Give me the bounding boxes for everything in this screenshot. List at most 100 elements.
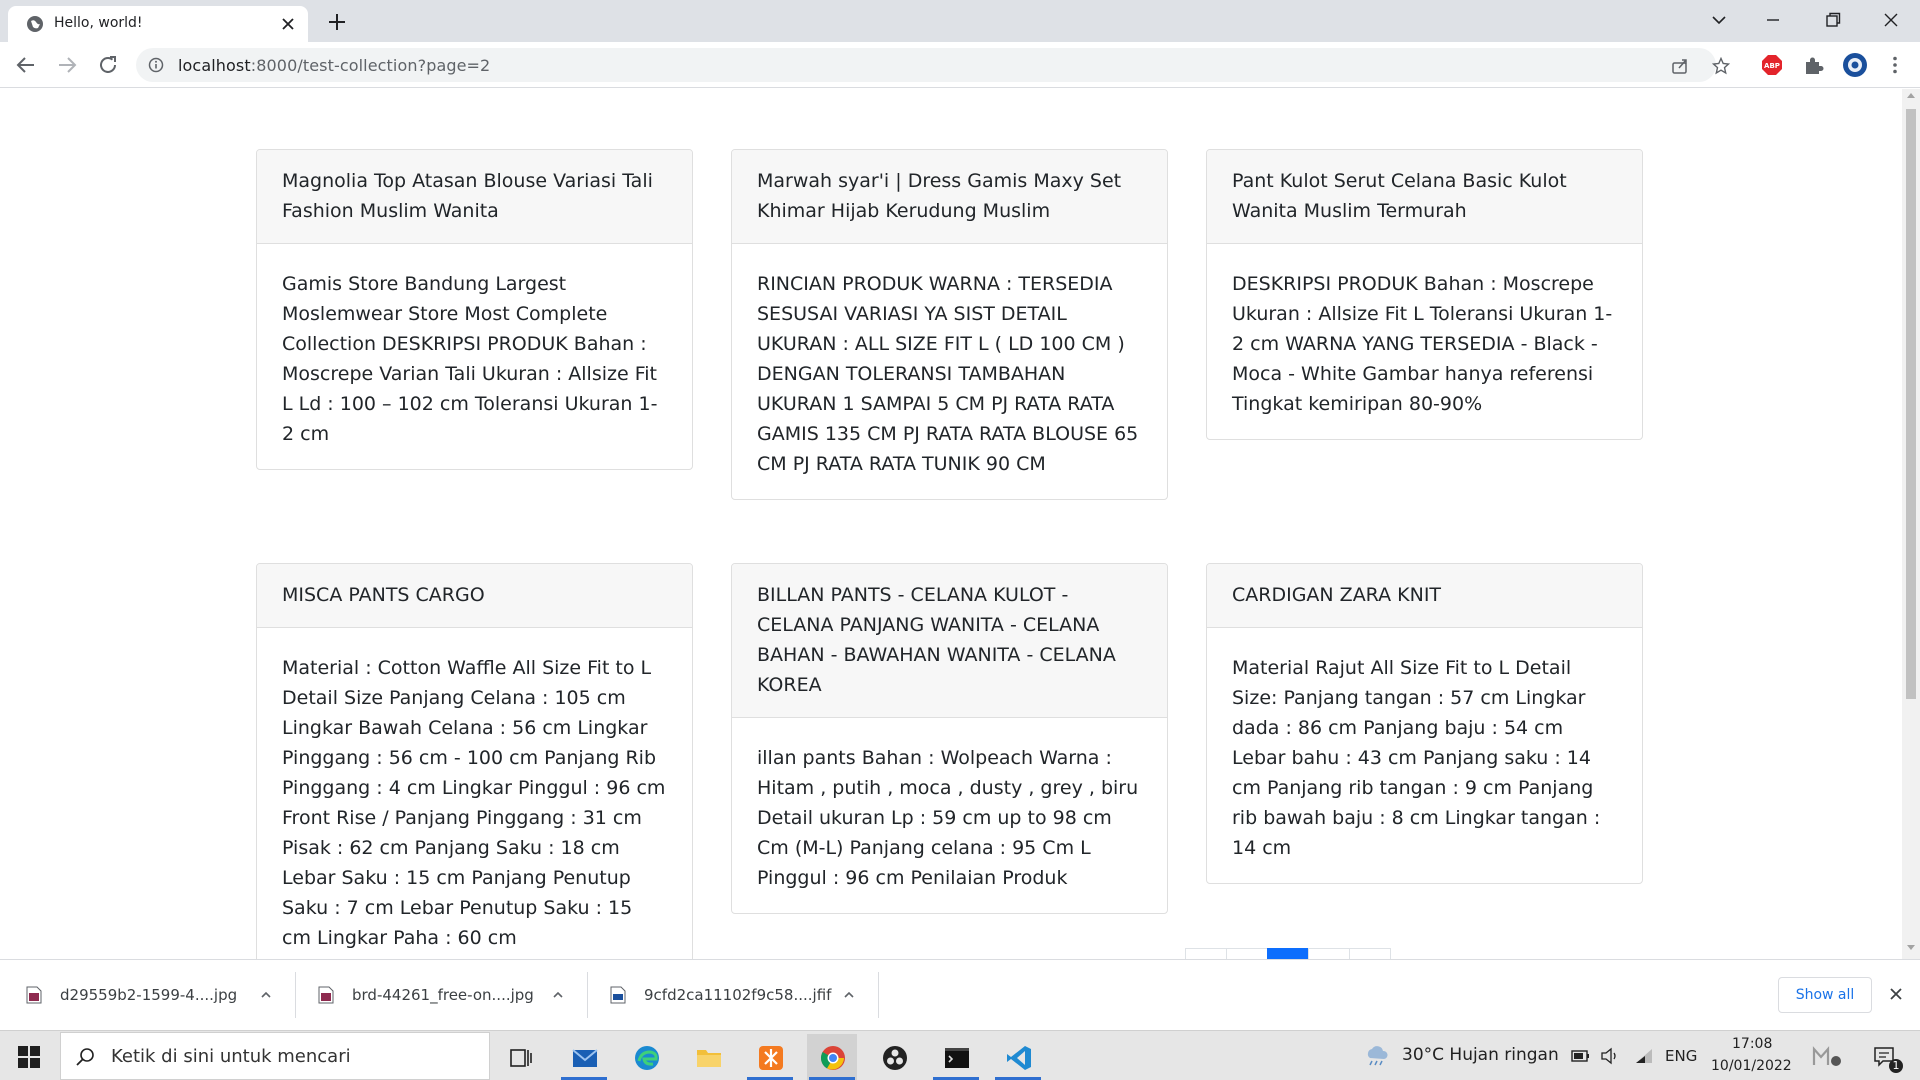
browser-tab[interactable]: Hello, world!: [8, 6, 308, 42]
terminal-icon: [945, 1048, 969, 1068]
pagination: [1185, 948, 1391, 959]
card-description: Gamis Store Bandung Largest Moslemwear S…: [282, 273, 658, 445]
search-icon: [76, 1048, 94, 1066]
arrow-left-icon[interactable]: [14, 53, 38, 77]
card-title: Marwah syar'i | Dress Gamis Maxy Set Khi…: [732, 150, 1167, 244]
tab-strip: Hello, world!: [0, 0, 1920, 42]
obs-app[interactable]: [869, 1034, 919, 1080]
download-filename: d29559b2-1599-4....jpg: [60, 986, 238, 1004]
battery-icon[interactable]: [1571, 1048, 1591, 1064]
download-item[interactable]: 9cfd2ca11102f9c58....jfif: [588, 960, 878, 1030]
product-card: CARDIGAN ZARA KNIT Material Rajut All Si…: [1206, 563, 1643, 884]
kebab-menu-icon[interactable]: [1884, 54, 1906, 76]
card-title: Pant Kulot Serut Celana Basic Kulot Wani…: [1207, 150, 1642, 244]
chevron-up-icon[interactable]: [551, 988, 565, 1002]
mail-app[interactable]: [559, 1034, 609, 1080]
volume-icon[interactable]: [1600, 1047, 1620, 1065]
card-description: illan pants Bahan : Wolpeach Warna : Hit…: [757, 747, 1139, 889]
mail-icon: [572, 1049, 598, 1067]
star-icon[interactable]: [1712, 57, 1730, 75]
page-link-prev[interactable]: [1185, 948, 1227, 959]
download-filename: brd-44261_free-on....jpg: [352, 986, 534, 1004]
close-icon[interactable]: [280, 16, 296, 32]
product-card: MISCA PANTS CARGO Material : Cotton Waff…: [256, 563, 693, 959]
terminal-app[interactable]: [931, 1034, 981, 1080]
meet-now-icon[interactable]: [1812, 1045, 1842, 1067]
page-link-active[interactable]: [1267, 948, 1309, 959]
chrome-icon: [820, 1046, 845, 1070]
task-view-icon: [510, 1049, 532, 1067]
scrollbar-thumb[interactable]: [1906, 109, 1916, 699]
download-filename: 9cfd2ca11102f9c58....jfif: [644, 986, 832, 1004]
product-card: Pant Kulot Serut Celana Basic Kulot Wani…: [1206, 149, 1643, 440]
restore-icon[interactable]: [1823, 10, 1843, 30]
taskbar-search-box[interactable]: Ketik di sini untuk mencari: [60, 1032, 490, 1080]
chevron-up-icon[interactable]: [259, 988, 273, 1002]
product-card: Magnolia Top Atasan Blouse Variasi Tali …: [256, 149, 693, 470]
arrow-right-icon[interactable]: [55, 53, 79, 77]
card-title: Magnolia Top Atasan Blouse Variasi Tali …: [257, 150, 692, 244]
download-item[interactable]: d29559b2-1599-4....jpg: [0, 960, 295, 1030]
page-link-next[interactable]: [1349, 948, 1391, 959]
chevron-up-icon[interactable]: [842, 988, 856, 1002]
page-viewport: Magnolia Top Atasan Blouse Variasi Tali …: [0, 89, 1902, 959]
chrome-app[interactable]: [807, 1034, 857, 1080]
network-icon[interactable]: [1634, 1047, 1654, 1065]
card-title: CARDIGAN ZARA KNIT: [1207, 564, 1642, 628]
close-icon[interactable]: [1888, 986, 1904, 1002]
avatar-icon[interactable]: [1842, 52, 1868, 78]
card-description: RINCIAN PRODUK WARNA : TERSEDIA SESUSAI …: [757, 273, 1139, 475]
card-description: Material : Cotton Waffle All Size Fit to…: [282, 657, 666, 949]
scroll-down-arrow-icon[interactable]: [1907, 945, 1915, 950]
file-explorer-app[interactable]: [683, 1034, 733, 1080]
obs-icon: [883, 1046, 907, 1070]
url-host: localhost: [178, 56, 251, 75]
scroll-up-arrow-icon[interactable]: [1907, 93, 1915, 98]
edge-app[interactable]: [621, 1034, 671, 1080]
weather-rain-icon[interactable]: [1364, 1045, 1390, 1067]
minimize-icon[interactable]: [1763, 10, 1783, 30]
reload-icon[interactable]: [96, 53, 120, 77]
address-bar[interactable]: localhost:8000/test-collection?page=2: [136, 48, 1730, 82]
divider: [878, 972, 879, 1018]
share-icon[interactable]: [1671, 57, 1689, 75]
globe-icon: [27, 16, 43, 32]
svg-text:ABP: ABP: [1764, 62, 1780, 70]
xampp-icon: [759, 1046, 783, 1070]
browser-toolbar: localhost:8000/test-collection?page=2: [0, 42, 1920, 88]
folder-icon: [697, 1050, 721, 1067]
weather-text[interactable]: 30°C Hujan ringan: [1402, 1045, 1559, 1065]
notification-badge: 1: [1889, 1059, 1903, 1073]
card-title: MISCA PANTS CARGO: [257, 564, 692, 628]
windows-taskbar: Ketik di sini untuk mencari 30°C Hujan r…: [0, 1030, 1920, 1080]
url-path: :8000/test-collection?page=2: [250, 56, 491, 75]
close-window-icon[interactable]: [1881, 10, 1901, 30]
url-text: localhost:8000/test-collection?page=2: [178, 56, 490, 75]
card-title: BILLAN PANTS - CELANA KULOT - CELANA PAN…: [732, 564, 1167, 718]
card-description: DESKRIPSI PRODUK Bahan : Moscrepe Ukuran…: [1232, 273, 1613, 415]
vscode-icon: [1007, 1046, 1031, 1070]
chevron-down-icon[interactable]: [1709, 10, 1729, 30]
plus-icon[interactable]: [326, 11, 348, 33]
download-item[interactable]: brd-44261_free-on....jpg: [296, 960, 587, 1030]
puzzle-icon[interactable]: [1802, 54, 1824, 76]
page-scrollbar[interactable]: [1902, 89, 1920, 959]
vscode-app[interactable]: [993, 1034, 1043, 1080]
windows-start-icon[interactable]: [18, 1046, 40, 1068]
info-icon[interactable]: [148, 57, 164, 73]
image-file-icon: [318, 986, 334, 1004]
image-file-icon: [26, 986, 42, 1004]
page-link[interactable]: [1226, 948, 1268, 959]
downloads-shelf: d29559b2-1599-4....jpg brd-44261_free-on…: [0, 959, 1920, 1030]
tab-title: Hello, world!: [54, 15, 143, 31]
edge-icon: [635, 1046, 659, 1070]
language-indicator[interactable]: ENG: [1665, 1047, 1697, 1065]
abp-icon[interactable]: ABP: [1761, 54, 1783, 76]
clock-time[interactable]: 17:08: [1732, 1036, 1772, 1052]
file-icon: [610, 986, 626, 1004]
task-view-button[interactable]: [495, 1034, 545, 1080]
xampp-app[interactable]: [745, 1034, 795, 1080]
show-all-button[interactable]: Show all: [1778, 977, 1872, 1013]
clock-date[interactable]: 10/01/2022: [1711, 1058, 1792, 1074]
page-link[interactable]: [1308, 948, 1350, 959]
